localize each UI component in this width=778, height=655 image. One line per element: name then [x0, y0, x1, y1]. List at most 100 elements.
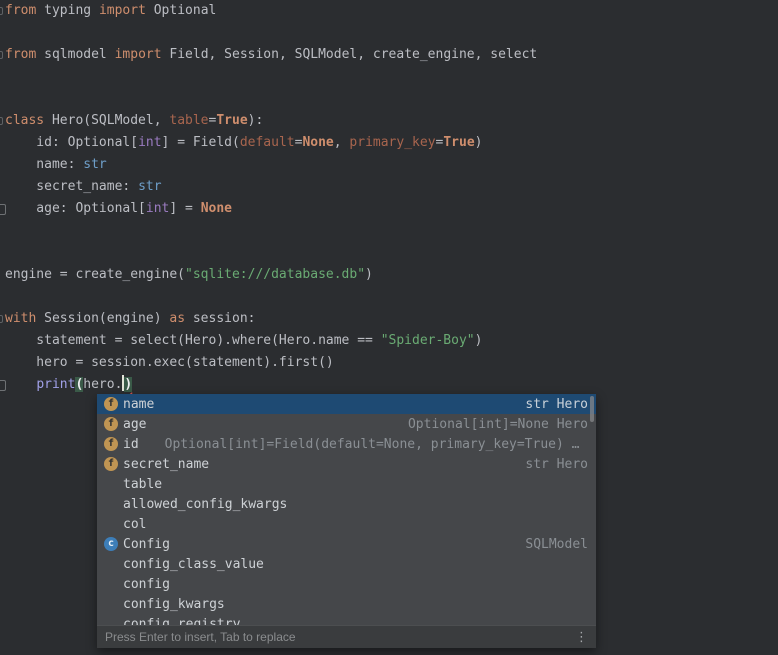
- code-token: [5, 377, 36, 392]
- code-token: default: [240, 135, 295, 150]
- code-token: as: [169, 311, 185, 326]
- code-token: name:: [5, 157, 83, 172]
- icon-spacer: [104, 577, 118, 591]
- completion-item-label: allowed_config_kwargs: [123, 497, 287, 512]
- code-line-17: hero = session.exec(statement).first(): [0, 352, 778, 374]
- code-token: ): [475, 333, 483, 348]
- field-icon: f: [104, 437, 118, 451]
- code-line-2: [0, 22, 778, 44]
- gutter-icon[interactable]: [0, 51, 3, 59]
- completion-item-label: config_registry: [123, 617, 240, 626]
- code-token: True: [216, 113, 247, 128]
- code-token: ,: [334, 135, 350, 150]
- code-token: hero = session.exec(statement).first(): [5, 355, 334, 370]
- code-token: from: [5, 3, 36, 18]
- completion-item-name[interactable]: fname str Hero: [97, 394, 596, 414]
- code-token: sqlmodel: [36, 47, 114, 62]
- gutter-icon[interactable]: [0, 204, 6, 215]
- completion-item-config_class_value[interactable]: config_class_value: [97, 554, 596, 574]
- code-line-15: with Session(engine) as session:: [0, 308, 778, 330]
- completion-item-type-hint: SQLModel: [525, 537, 588, 552]
- code-token: "Spider-Boy": [381, 333, 475, 348]
- gutter-icon[interactable]: [0, 315, 3, 323]
- code-editor-window: from typing import Optionalfrom sqlmodel…: [0, 0, 778, 655]
- icon-spacer: [104, 477, 118, 491]
- gutter-icon[interactable]: [0, 7, 3, 15]
- code-token: typing: [36, 3, 99, 18]
- icon-spacer: [104, 517, 118, 531]
- code-token: import: [99, 3, 146, 18]
- code-token: ): [475, 135, 483, 150]
- code-token: hero.: [83, 377, 122, 392]
- icon-spacer: [104, 557, 118, 571]
- completion-item-table[interactable]: table: [97, 474, 596, 494]
- code-line-13: engine = create_engine("sqlite:///databa…: [0, 264, 778, 286]
- code-token: primary_key: [349, 135, 435, 150]
- completion-item-age[interactable]: fage Optional[int]=None Hero: [97, 414, 596, 434]
- code-token: None: [201, 201, 232, 216]
- completion-item-type-hint: Optional[int]=Field(default=None, primar…: [165, 437, 588, 452]
- completion-item-label: age: [123, 417, 146, 432]
- code-line-7: id: Optional[int] = Field(default=None, …: [0, 132, 778, 154]
- code-token: str: [138, 179, 161, 194]
- code-token: engine = create_engine(: [5, 267, 185, 282]
- kebab-vertical-icon[interactable]: ⋮: [575, 631, 588, 644]
- completion-item-config_registry[interactable]: config_registry: [97, 614, 596, 625]
- code-token: ): [365, 267, 373, 282]
- code-token: Field, Session, SQLModel, create_engine,…: [162, 47, 538, 62]
- completion-item-config[interactable]: config: [97, 574, 596, 594]
- completion-item-label: Config: [123, 537, 170, 552]
- code-token: secret_name:: [5, 179, 138, 194]
- code-token: session:: [185, 311, 255, 326]
- completion-item-type-hint: str Hero: [525, 397, 588, 412]
- field-icon: f: [104, 417, 118, 431]
- completion-item-allowed_config_kwargs[interactable]: allowed_config_kwargs: [97, 494, 596, 514]
- code-line-9: secret_name: str: [0, 176, 778, 198]
- code-line-11: [0, 220, 778, 242]
- completion-item-col[interactable]: col: [97, 514, 596, 534]
- completion-item-label: name: [123, 397, 154, 412]
- completion-footer: Press Enter to insert, Tab to replace ⋮: [97, 625, 596, 648]
- code-token: ] =: [169, 201, 200, 216]
- completion-item-type-hint: Optional[int]=None Hero: [408, 417, 588, 432]
- code-token: Hero(SQLModel,: [44, 113, 169, 128]
- code-token: int: [146, 201, 169, 216]
- gutter-icon[interactable]: [0, 380, 6, 391]
- code-token: from: [5, 47, 36, 62]
- completion-item-label: config_class_value: [123, 557, 264, 572]
- code-token: None: [302, 135, 333, 150]
- code-token: Optional: [146, 3, 216, 18]
- field-icon: f: [104, 457, 118, 471]
- completion-item-label: col: [123, 517, 146, 532]
- completion-item-config_kwargs[interactable]: config_kwargs: [97, 594, 596, 614]
- code-line-8: name: str: [0, 154, 778, 176]
- code-token: table: [169, 113, 208, 128]
- code-line-1: from typing import Optional: [0, 0, 778, 22]
- code-token: import: [115, 47, 162, 62]
- popup-scrollbar[interactable]: [590, 396, 594, 422]
- code-token: ):: [248, 113, 264, 128]
- code-token: print: [36, 377, 75, 392]
- completion-item-label: config: [123, 577, 170, 592]
- gutter-icon[interactable]: [0, 117, 3, 125]
- completion-item-secret_name[interactable]: fsecret_namestr Hero: [97, 454, 596, 474]
- code-line-16: statement = select(Hero).where(Hero.name…: [0, 330, 778, 352]
- code-token: "sqlite:///database.db": [185, 267, 365, 282]
- code-token: ] = Field(: [162, 135, 240, 150]
- completion-item-label: id: [123, 437, 139, 452]
- completion-item-label: secret_name: [123, 457, 209, 472]
- code-line-18: print(hero.): [0, 374, 778, 396]
- code-line-3: from sqlmodel import Field, Session, SQL…: [0, 44, 778, 66]
- icon-spacer: [104, 497, 118, 511]
- code-line-14: [0, 286, 778, 308]
- code-token: str: [83, 157, 106, 172]
- completion-item-Config[interactable]: cConfigSQLModel: [97, 534, 596, 554]
- completion-item-label: table: [123, 477, 162, 492]
- code-token: Session(engine): [36, 311, 169, 326]
- code-token: id: Optional[: [5, 135, 138, 150]
- code-line-12: [0, 242, 778, 264]
- completion-item-id[interactable]: fid Optional[int]=Field(default=None, pri…: [97, 434, 596, 454]
- field-icon: f: [104, 397, 118, 411]
- code-token: with: [5, 311, 36, 326]
- icon-spacer: [104, 617, 118, 625]
